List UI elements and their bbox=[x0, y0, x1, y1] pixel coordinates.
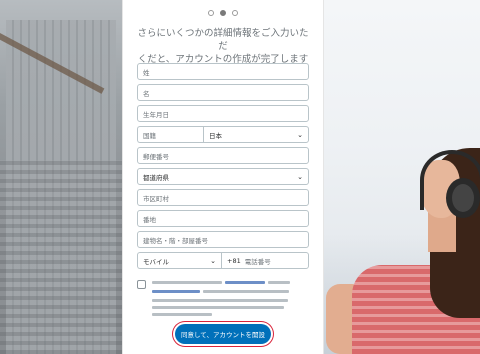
nationality-select[interactable]: 日本 ⌄ bbox=[203, 126, 309, 143]
consent-text bbox=[152, 278, 309, 316]
chevron-down-icon: ⌄ bbox=[210, 256, 216, 265]
nationality-label-box: 国籍 bbox=[137, 126, 203, 143]
phone-row: モバイル ⌄ +81 電話番号 bbox=[137, 252, 309, 269]
step-indicator bbox=[123, 10, 323, 16]
background-building-facade bbox=[0, 160, 122, 354]
consent-line-4 bbox=[152, 306, 284, 309]
postal-code-placeholder: 郵便番号 bbox=[143, 152, 169, 161]
nationality-label: 国籍 bbox=[143, 131, 156, 140]
prefecture-value: 都道府県 bbox=[143, 173, 169, 182]
agree-and-create-account-button[interactable]: 同意して、アカウントを開設 bbox=[175, 324, 271, 344]
first-name-placeholder: 名 bbox=[143, 89, 150, 98]
postal-code-field[interactable]: 郵便番号 bbox=[137, 147, 309, 164]
birthdate-placeholder: 生年月日 bbox=[143, 110, 169, 119]
country-code: +81 bbox=[227, 256, 241, 265]
phone-number-field[interactable]: +81 電話番号 bbox=[221, 252, 309, 269]
last-name-placeholder: 姓 bbox=[143, 68, 150, 77]
building-field[interactable]: 建物名・階・部屋番号 bbox=[137, 231, 309, 248]
first-name-field[interactable]: 名 bbox=[137, 84, 309, 101]
city-field[interactable]: 市区町村 bbox=[137, 189, 309, 206]
chevron-down-icon: ⌄ bbox=[297, 130, 303, 139]
consent-line-5 bbox=[152, 313, 212, 316]
consent-checkbox[interactable] bbox=[137, 280, 146, 289]
consent-line-1 bbox=[152, 279, 309, 288]
heading-line-1: さらにいくつかの詳細情報をご入力いただ bbox=[137, 28, 309, 52]
consent-line-3 bbox=[152, 299, 288, 302]
step-dot-1 bbox=[208, 10, 214, 16]
phone-placeholder: 電話番号 bbox=[244, 257, 271, 266]
step-dot-3 bbox=[232, 10, 238, 16]
consent-section bbox=[137, 278, 309, 316]
address-number-placeholder: 番地 bbox=[143, 215, 156, 224]
privacy-policy-link[interactable] bbox=[152, 290, 200, 293]
user-agreement-link[interactable] bbox=[225, 281, 265, 284]
phone-type-select[interactable]: モバイル ⌄ bbox=[137, 252, 221, 269]
page-heading: さらにいくつかの詳細情報をご入力いただ くだと、アカウントの作成が完了します bbox=[137, 27, 309, 66]
last-name-field[interactable]: 姓 bbox=[137, 63, 309, 80]
building-placeholder: 建物名・階・部屋番号 bbox=[143, 236, 208, 245]
step-dot-2 bbox=[220, 10, 226, 16]
prefecture-select[interactable]: 都道府県 ⌄ bbox=[137, 168, 309, 185]
city-placeholder: 市区町村 bbox=[143, 194, 169, 203]
address-number-field[interactable]: 番地 bbox=[137, 210, 309, 227]
chevron-down-icon: ⌄ bbox=[297, 172, 303, 181]
phone-type-value: モバイル bbox=[143, 257, 169, 266]
consent-line-2 bbox=[152, 288, 309, 297]
headphone-icon bbox=[446, 178, 480, 218]
birthdate-field[interactable]: 生年月日 bbox=[137, 105, 309, 122]
signup-card: さらにいくつかの詳細情報をご入力いただ くだと、アカウントの作成が完了します 姓… bbox=[122, 0, 324, 354]
nationality-value: 日本 bbox=[209, 131, 222, 140]
person-neck bbox=[428, 212, 456, 252]
nationality-row: 国籍 日本 ⌄ bbox=[137, 126, 309, 143]
